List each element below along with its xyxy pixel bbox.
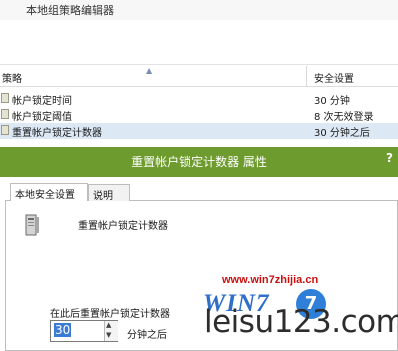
watermark-url: www.win7zhijia.cn: [222, 274, 319, 286]
policy-icon: [1, 125, 9, 135]
policy-value: 8 次无效登录: [314, 112, 374, 123]
policy-value: 30 分钟: [314, 96, 350, 107]
window-title: 本地组策略编辑器: [26, 4, 114, 17]
policy-name: 帐户锁定阈值: [12, 112, 72, 123]
dialog-title: 重置帐户锁定计数器 属性: [131, 155, 267, 169]
column-header-policy[interactable]: 策略: [2, 70, 22, 85]
minutes-value: 30: [54, 323, 72, 337]
watermark-site: leisu123.com: [204, 304, 398, 340]
tab-explain[interactable]: 说明: [88, 184, 130, 202]
policy-row[interactable]: 帐户锁定阈值 8 次无效登录: [0, 107, 398, 123]
policy-value: 30 分钟之后: [314, 128, 370, 139]
tab-local-security-setting[interactable]: 本地安全设置: [10, 183, 88, 201]
policy-name: 帐户锁定时间: [12, 96, 72, 107]
column-divider[interactable]: [306, 66, 307, 86]
policy-row-selected[interactable]: 重置帐户锁定计数器 30 分钟之后: [0, 123, 398, 139]
policy-icon: [1, 93, 9, 103]
reset-counter-label: 在此后重置帐户锁定计数器: [50, 309, 170, 320]
sort-arrow-icon: ▲: [146, 66, 153, 75]
policy-name: 重置帐户锁定计数器: [12, 128, 102, 139]
policy-name-label: 重置帐户锁定计数器: [78, 221, 168, 232]
help-button[interactable]: ?: [386, 151, 393, 165]
toolbar: [0, 20, 398, 65]
stepper-down-icon[interactable]: ▼: [106, 331, 111, 339]
column-header-setting[interactable]: 安全设置: [314, 70, 354, 85]
policy-row[interactable]: 帐户锁定时间 30 分钟: [0, 91, 398, 107]
minutes-unit-label: 分钟之后: [127, 330, 167, 341]
server-icon: [25, 214, 39, 236]
policy-icon: [1, 109, 9, 119]
stepper-up-icon[interactable]: ▲: [106, 321, 111, 329]
